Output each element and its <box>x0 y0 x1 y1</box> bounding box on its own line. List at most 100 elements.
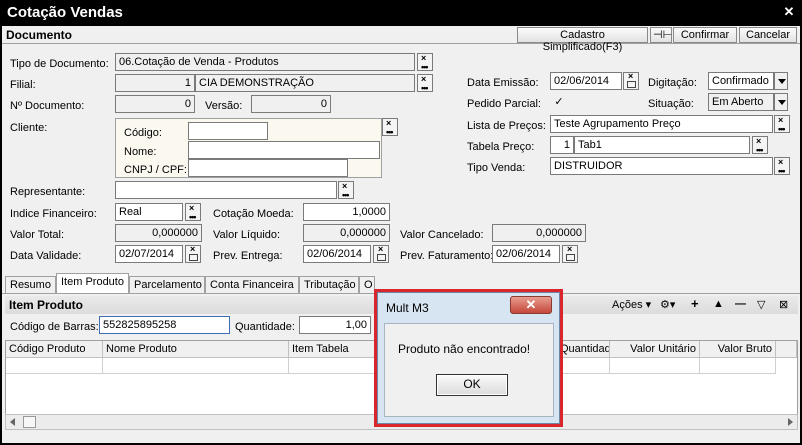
document-header: Documento Cadastro Simplificado(F3) ⊣⊢ C… <box>2 26 800 53</box>
clear-filter-icon[interactable]: ⊠ <box>779 298 788 312</box>
cliente-lookup-icon[interactable]: × ••• <box>382 118 398 137</box>
tab-item-produto[interactable]: Item Produto <box>56 273 129 294</box>
lista-precos-label: Lista de Preços: <box>467 120 546 132</box>
cliente-cnpj-field[interactable] <box>188 159 348 177</box>
confirmar-button[interactable]: Confirmar <box>673 27 737 43</box>
tipo-documento-label: Tipo de Documento: <box>10 58 109 70</box>
window-title-bar: Cotação Vendas ✕ <box>0 0 802 26</box>
quantidade-field[interactable]: 1,00 <box>299 316 371 334</box>
cliente-nome-label: Nome: <box>124 146 157 158</box>
column-header-spacer <box>776 341 797 358</box>
message-dialog: Mult M3 ✕ Produto não encontrado! OK <box>377 292 560 424</box>
item-produto-title: Item Produto <box>9 298 83 312</box>
cliente-label: Cliente: <box>10 122 48 134</box>
tab-resumo[interactable]: Resumo <box>5 276 56 294</box>
tipo-documento-lookup-icon[interactable]: × ••• <box>417 53 433 72</box>
data-emissao-field[interactable]: 02/06/2014 <box>550 72 622 90</box>
tabela-preco-label: Tabela Preço: <box>467 141 535 153</box>
settings-dropdown-icon[interactable]: ⚙▾ <box>660 298 675 312</box>
filial-name-field: CIA DEMONSTRAÇÃO <box>195 74 415 92</box>
tipo-documento-field[interactable]: 06.Cotação de Venda - Produtos <box>115 53 415 71</box>
cliente-cnpj-label: CNPJ / CPF: <box>124 164 187 176</box>
pin-icon[interactable]: ⊣⊢ <box>650 27 672 43</box>
remove-icon[interactable]: — <box>735 298 746 312</box>
valor-cancelado-label: Valor Cancelado: <box>400 229 484 241</box>
cliente-nome-field[interactable] <box>188 141 380 159</box>
table-cell[interactable] <box>6 358 103 374</box>
tab-parcelamento[interactable]: Parcelamento <box>129 276 205 294</box>
tab-tributacao[interactable]: Tributação <box>299 276 359 294</box>
scrollbar-thumb[interactable] <box>23 416 36 428</box>
n-documento-field[interactable]: 0 <box>115 95 195 113</box>
move-up-icon[interactable]: ▲ <box>713 298 724 312</box>
cancelar-button[interactable]: Cancelar <box>739 27 797 43</box>
window-title: Cotação Vendas <box>7 4 123 21</box>
prev-entrega-field[interactable]: 02/06/2014 <box>303 245 371 263</box>
representante-field[interactable] <box>115 181 337 199</box>
cadastro-simplificado-button[interactable]: Cadastro Simplificado(F3) <box>517 27 648 53</box>
dialog-body: Produto não encontrado! OK <box>384 323 554 417</box>
pedido-parcial-checkbox[interactable]: ✓ <box>553 97 565 109</box>
table-cell[interactable] <box>610 358 700 374</box>
tipo-venda-label: Tipo Venda: <box>467 162 526 174</box>
close-icon[interactable]: ✕ <box>782 5 796 19</box>
codigo-barras-label: Código de Barras: <box>10 321 99 333</box>
lista-precos-lookup-icon[interactable]: × ••• <box>774 115 790 134</box>
indice-financeiro-lookup-icon[interactable]: × ••• <box>185 203 201 222</box>
valor-total-label: Valor Total: <box>10 229 65 241</box>
valor-cancelado-field: 0,000000 <box>492 224 586 242</box>
filter-icon[interactable]: ▽ <box>757 298 765 312</box>
column-header[interactable]: Quantidade <box>557 341 610 358</box>
table-cell[interactable] <box>103 358 289 374</box>
lista-precos-field[interactable]: Teste Agrupamento Preço <box>550 115 773 133</box>
tipo-venda-lookup-icon[interactable]: × ••• <box>774 157 790 176</box>
prev-entrega-calendar-icon[interactable]: × <box>373 244 389 263</box>
column-header[interactable]: Valor Unitário <box>610 341 700 358</box>
digitacao-select[interactable]: Confirmado <box>708 72 774 90</box>
tabela-preco-lookup-icon[interactable]: × ••• <box>752 136 768 155</box>
dialog-close-icon[interactable]: ✕ <box>510 296 552 314</box>
pedido-parcial-label: Pedido Parcial: <box>467 98 541 110</box>
tab-overflow[interactable]: O <box>359 276 375 294</box>
valor-total-field: 0,000000 <box>115 224 202 242</box>
versao-label: Versão: <box>205 100 243 112</box>
tab-conta-financeira[interactable]: Conta Financeira <box>205 276 299 294</box>
situacao-select[interactable]: Em Aberto <box>708 93 774 111</box>
column-header[interactable]: Nome Produto <box>103 341 289 358</box>
ok-button[interactable]: OK <box>436 374 508 396</box>
cotacao-moeda-label: Cotação Moeda: <box>213 208 294 220</box>
window-client: Documento Cadastro Simplificado(F3) ⊣⊢ C… <box>2 26 800 443</box>
indice-financeiro-field[interactable]: Real <box>115 203 183 221</box>
cliente-codigo-field[interactable] <box>188 122 268 140</box>
data-emissao-label: Data Emissão: <box>467 77 539 89</box>
versao-field[interactable]: 0 <box>251 95 331 113</box>
filial-label: Filial: <box>10 79 36 91</box>
tipo-venda-field[interactable]: DISTRUIDOR <box>550 157 773 175</box>
digitacao-chevron-down-icon[interactable] <box>774 72 788 90</box>
data-validade-calendar-icon[interactable]: × <box>185 244 201 263</box>
situacao-chevron-down-icon[interactable] <box>774 93 788 111</box>
column-header[interactable]: Código Produto <box>6 341 103 358</box>
representante-lookup-icon[interactable]: × ••• <box>338 181 354 200</box>
filial-code-field[interactable]: 1 <box>115 74 195 92</box>
situacao-label: Situação: <box>648 98 694 110</box>
cliente-codigo-label: Código: <box>124 127 162 139</box>
filial-lookup-icon[interactable]: × ••• <box>417 74 433 93</box>
column-header[interactable]: Valor Bruto <box>700 341 776 358</box>
tabela-preco-code-field[interactable]: 1 <box>550 136 574 154</box>
codigo-barras-field[interactable]: 552825895258 <box>99 316 230 334</box>
scroll-right-icon[interactable] <box>788 418 793 426</box>
cotacao-moeda-field[interactable]: 1,0000 <box>303 203 390 221</box>
n-documento-label: Nº Documento: <box>10 100 85 112</box>
acoes-menu-button[interactable]: Ações ▾ <box>612 298 651 312</box>
data-validade-field[interactable]: 02/07/2014 <box>115 245 183 263</box>
data-validade-label: Data Validade: <box>10 250 82 262</box>
prev-faturamento-label: Prev. Faturamento: <box>400 250 494 262</box>
data-emissao-calendar-icon[interactable]: × <box>623 71 639 90</box>
table-cell[interactable] <box>557 358 610 374</box>
add-icon[interactable]: + <box>691 296 699 311</box>
prev-faturamento-field[interactable]: 02/06/2014 <box>492 245 560 263</box>
prev-faturamento-calendar-icon[interactable]: × <box>562 244 578 263</box>
scroll-left-icon[interactable] <box>10 418 15 426</box>
table-cell[interactable] <box>700 358 776 374</box>
